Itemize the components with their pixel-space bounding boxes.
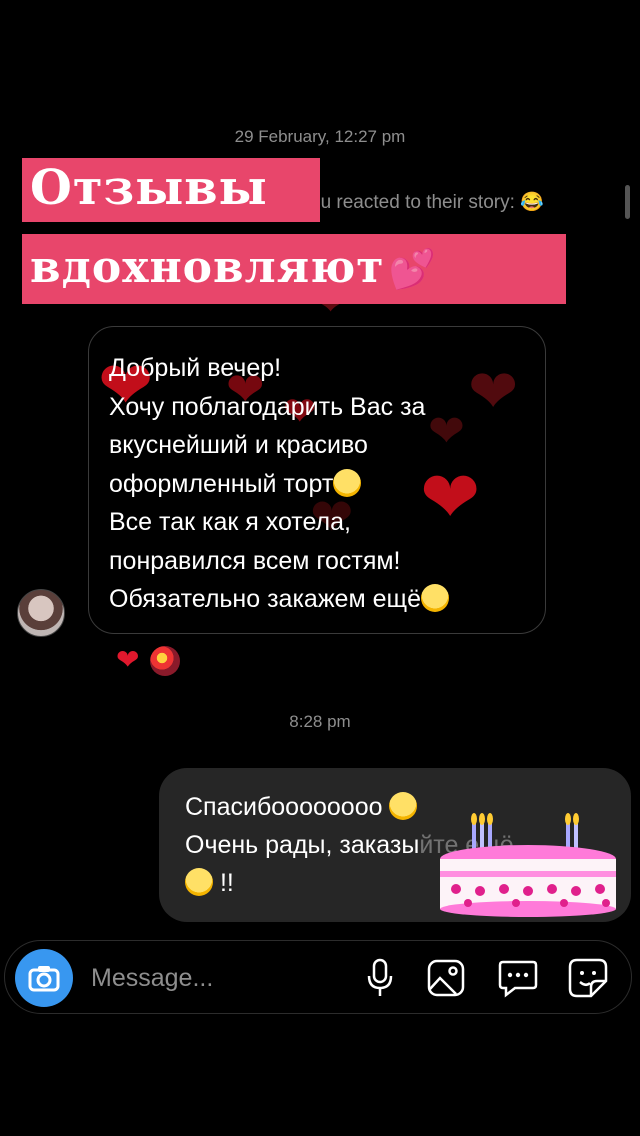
hugging-emoji-icon [185, 868, 213, 896]
overlay-title-line1: Отзывы [22, 158, 320, 222]
message-composer [4, 940, 632, 1014]
message-line: Обязательно закажем ещё [109, 580, 525, 619]
sticker-reaction-icon[interactable] [150, 646, 180, 676]
camera-icon [28, 966, 60, 992]
message-line: оформленный торт [109, 465, 525, 504]
microphone-button[interactable] [357, 955, 403, 1001]
message-line: Добрый вечер! [109, 354, 282, 382]
kissing-emoji-icon [389, 792, 418, 820]
date-stamp: 29 February, 12:27 pm [234, 127, 406, 146]
sender-avatar[interactable] [17, 589, 65, 637]
chat-bubble-icon [498, 960, 538, 998]
time-stamp: 8:28 pm [289, 712, 351, 731]
scrollbar[interactable] [625, 185, 630, 219]
heart-reaction-icon[interactable]: ❤ [116, 646, 139, 674]
smiling-emoji-icon [333, 468, 362, 497]
story-reaction-note: ou reacted to their story: 😂 [310, 192, 544, 213]
chat-button[interactable] [495, 955, 541, 1001]
message-line: Хочу поблагодарить Вас за [109, 392, 426, 421]
overlay-title-line2: вдохновляют 💕 [22, 234, 566, 304]
camera-button[interactable] [15, 949, 73, 1007]
sticker-button[interactable] [565, 955, 611, 1001]
gallery-button[interactable] [423, 955, 469, 1001]
message-line: понравился всем гостям! [109, 546, 401, 575]
sticker-icon [568, 958, 608, 998]
birthday-cake-sticker [440, 813, 616, 917]
pink-heart-icon: 💕 [388, 246, 437, 291]
message-line: Все так как я хотела, [109, 508, 351, 536]
gallery-icon [427, 959, 465, 997]
incoming-message-bubble[interactable]: Добрый вечер! Хочу поблагодарить Вас за … [88, 326, 546, 634]
message-line: вкуснейший и красиво [109, 431, 368, 459]
message-input[interactable] [89, 959, 343, 997]
hugging-emoji-icon [420, 584, 449, 612]
microphone-icon [367, 958, 393, 996]
